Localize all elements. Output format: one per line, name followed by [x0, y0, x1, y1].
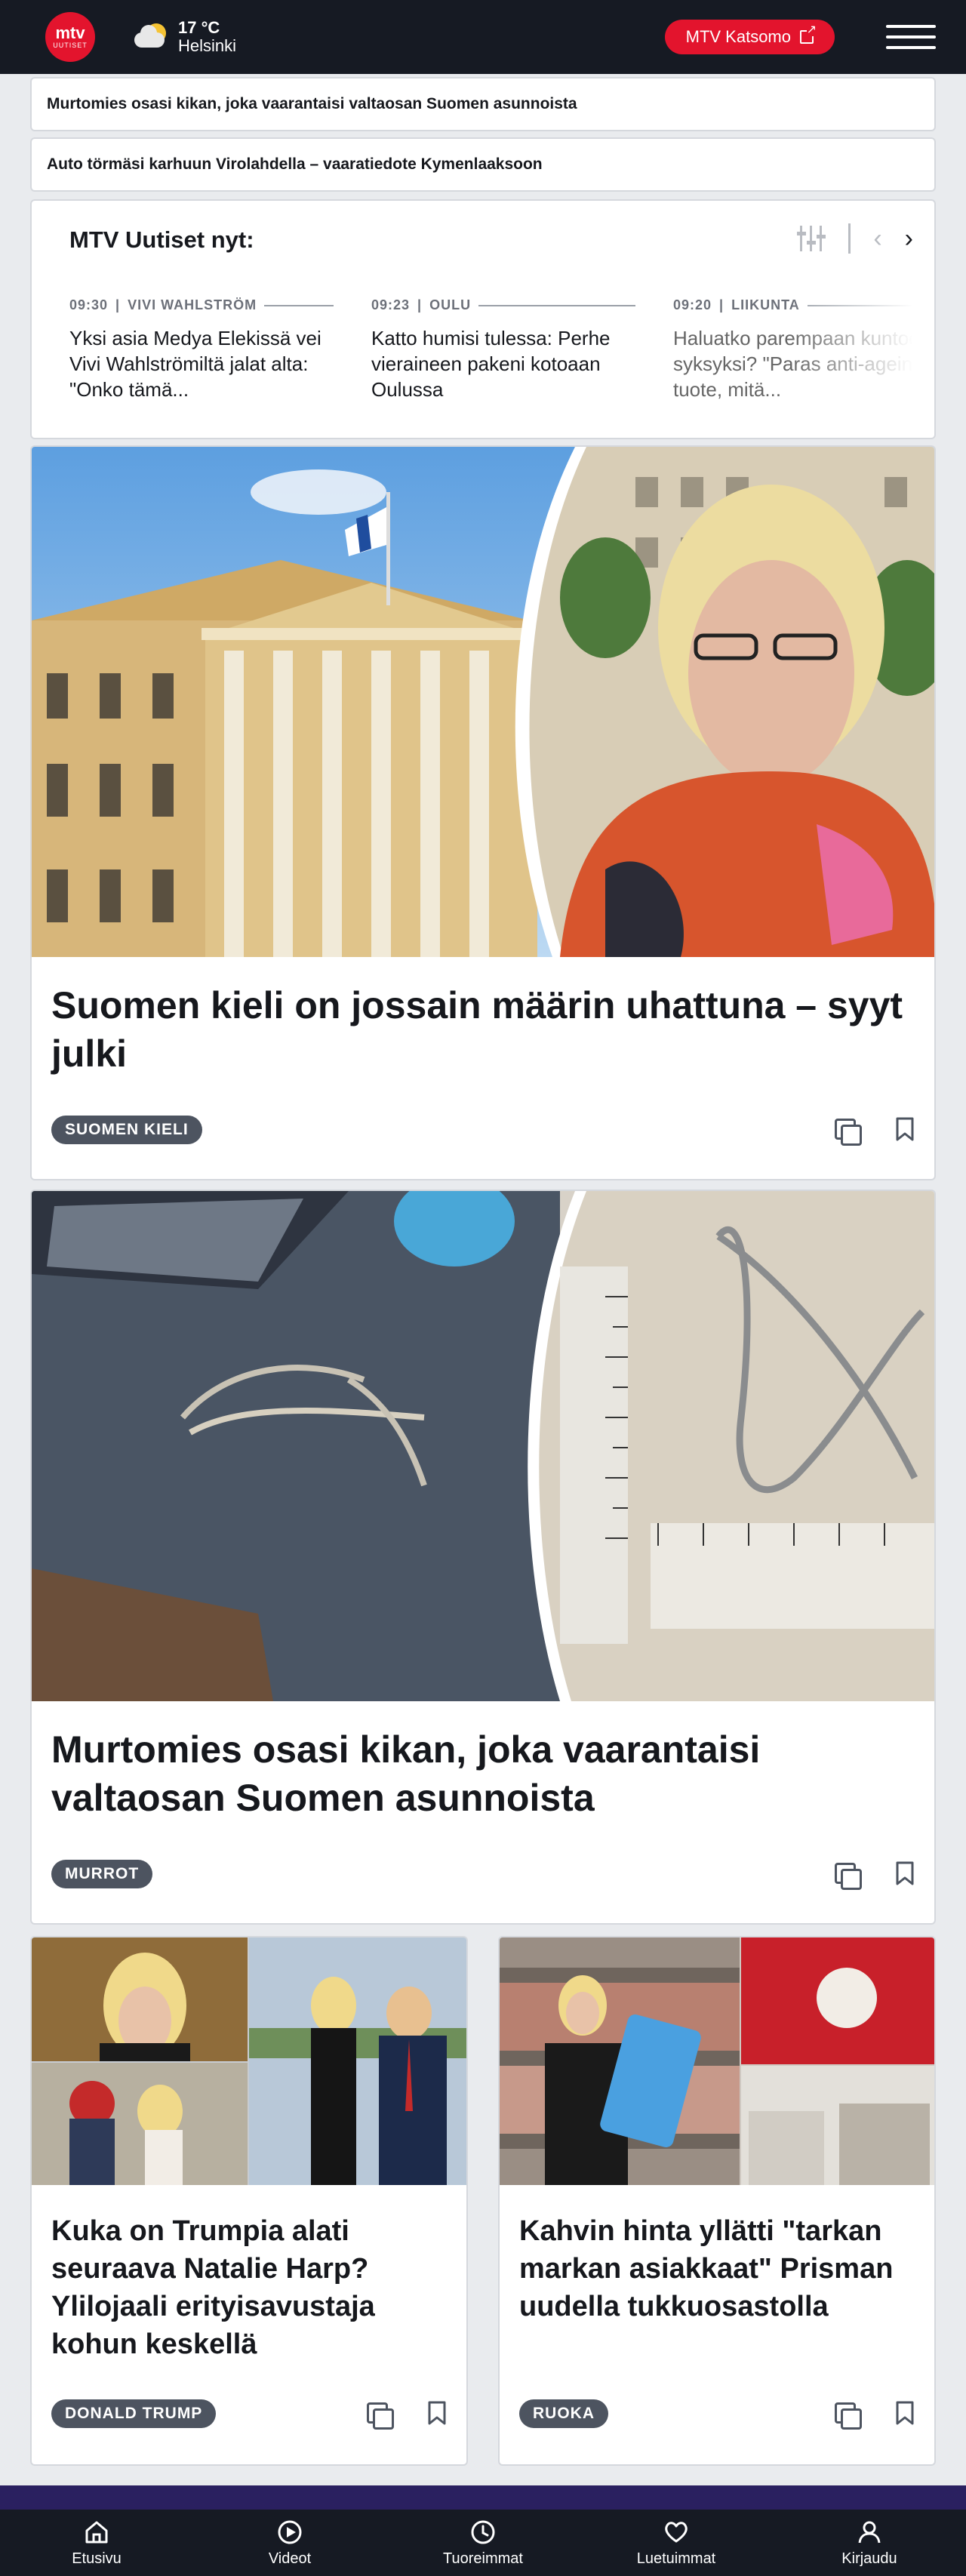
home-icon	[83, 2519, 110, 2546]
news-now-item[interactable]: 09:30 | VIVI WAHLSTRÖM Yksi asia Medya E…	[69, 297, 334, 402]
bottom-nav: Etusivu Videot Tuoreimmat Luetuimmat Kir…	[0, 2510, 966, 2576]
article-card-small[interactable]: Kuka on Trumpia alati seuraava Natalie H…	[30, 1936, 468, 2466]
article-image[interactable]	[32, 447, 934, 957]
news-text: Yksi asia Medya Elekissä vei Vivi Wahlst…	[69, 327, 321, 401]
heart-icon	[663, 2519, 690, 2546]
nav-label: Etusivu	[72, 2550, 122, 2567]
article-title[interactable]: Suomen kieli on jossain määrin uhattuna …	[51, 981, 912, 1078]
news-time: 09:30	[69, 297, 109, 312]
mtv-katsomo-button[interactable]: MTV Katsomo	[664, 20, 835, 54]
clock-icon	[469, 2519, 497, 2546]
headline-text: Murtomies osasi kikan, joka vaarantaisi …	[47, 95, 577, 112]
bookmark-icon[interactable]	[895, 1117, 915, 1141]
article-title[interactable]: Murtomies osasi kikan, joka vaarantaisi …	[51, 1725, 912, 1822]
article-tag[interactable]: MURROT	[51, 1860, 153, 1888]
news-category: OULU	[429, 297, 472, 312]
news-category: VIVI WAHLSTRÖM	[128, 297, 257, 312]
news-now-title: MTV Uutiset nyt:	[69, 226, 254, 253]
article-card-small[interactable]: Kahvin hinta yllätti "tarkan markan asia…	[498, 1936, 936, 2466]
mtv-katsomo-label: MTV Katsomo	[685, 27, 791, 46]
nav-label: Tuoreimmat	[443, 2550, 523, 2567]
chevron-right-icon[interactable]: ›	[905, 224, 913, 254]
weather-temperature: 17 °C	[178, 18, 220, 37]
article-image[interactable]	[500, 1937, 934, 2185]
copy-icon[interactable]	[833, 2401, 862, 2430]
mtv-uutiset-logo[interactable]: mtv UUTISET	[45, 12, 95, 62]
copy-icon[interactable]	[365, 2401, 394, 2430]
nav-item-tuoreimmat[interactable]: Tuoreimmat	[386, 2510, 580, 2576]
copy-icon[interactable]	[833, 1117, 862, 1146]
hamburger-menu-icon[interactable]	[886, 22, 936, 52]
news-time: 09:20	[673, 297, 712, 312]
logo-text: mtv	[55, 23, 85, 42]
nav-item-videot[interactable]: Videot	[193, 2510, 386, 2576]
headline-link[interactable]: Auto törmäsi karhuun Virolahdella – vaar…	[30, 137, 936, 192]
copy-icon[interactable]	[833, 1861, 862, 1890]
bookmark-icon[interactable]	[895, 1861, 915, 1885]
chevron-left-icon[interactable]: ‹	[873, 224, 881, 254]
nav-accent-strip	[0, 2485, 966, 2510]
external-link-icon	[800, 24, 817, 44]
nav-item-luetuimmat[interactable]: Luetuimmat	[580, 2510, 773, 2576]
article-tag[interactable]: DONALD TRUMP	[51, 2399, 217, 2428]
nav-label: Kirjaudu	[841, 2550, 897, 2567]
article-title[interactable]: Kahvin hinta yllätti "tarkan markan asia…	[519, 2212, 912, 2325]
news-time: 09:23	[371, 297, 411, 312]
news-now-item[interactable]: 09:23 | OULU Katto humisi tulessa: Perhe…	[371, 297, 635, 402]
article-tag[interactable]: SUOMEN KIELI	[51, 1116, 202, 1144]
logo-subtext: UUTISET	[53, 41, 88, 49]
bookmark-icon[interactable]	[427, 2401, 447, 2425]
headline-link[interactable]: Murtomies osasi kikan, joka vaarantaisi …	[30, 77, 936, 131]
play-icon	[276, 2519, 303, 2546]
news-now-carousel: MTV Uutiset nyt: ‹ › 09:30 | VIVI WAHLST…	[30, 199, 936, 439]
article-tag[interactable]: RUOKA	[519, 2399, 608, 2428]
article-card[interactable]: Suomen kieli on jossain määrin uhattuna …	[30, 445, 936, 1180]
top-header: mtv UUTISET 17 °C Helsinki MTV Katsomo	[0, 0, 966, 74]
partly-cloudy-icon	[134, 23, 171, 51]
article-image[interactable]	[32, 1191, 934, 1701]
user-icon	[856, 2519, 883, 2546]
carousel-fade	[791, 284, 934, 420]
article-title[interactable]: Kuka on Trumpia alati seuraava Natalie H…	[51, 2212, 444, 2363]
divider	[848, 223, 851, 254]
article-image[interactable]	[32, 1937, 466, 2185]
nav-label: Videot	[268, 2550, 312, 2567]
bookmark-icon[interactable]	[895, 2401, 915, 2425]
nav-item-kirjaudu[interactable]: Kirjaudu	[773, 2510, 966, 2576]
news-text: Katto humisi tulessa: Perhe vieraineen p…	[371, 327, 611, 401]
nav-item-etusivu[interactable]: Etusivu	[0, 2510, 193, 2576]
weather-widget[interactable]: 17 °C Helsinki	[134, 19, 236, 55]
filter-sliders-icon[interactable]	[797, 226, 826, 251]
weather-city: Helsinki	[178, 36, 237, 55]
headline-text: Auto törmäsi karhuun Virolahdella – vaar…	[47, 155, 543, 173]
nav-label: Luetuimmat	[636, 2550, 716, 2567]
news-category: LIIKUNTA	[731, 297, 800, 312]
article-card[interactable]: Murtomies osasi kikan, joka vaarantaisi …	[30, 1190, 936, 1925]
